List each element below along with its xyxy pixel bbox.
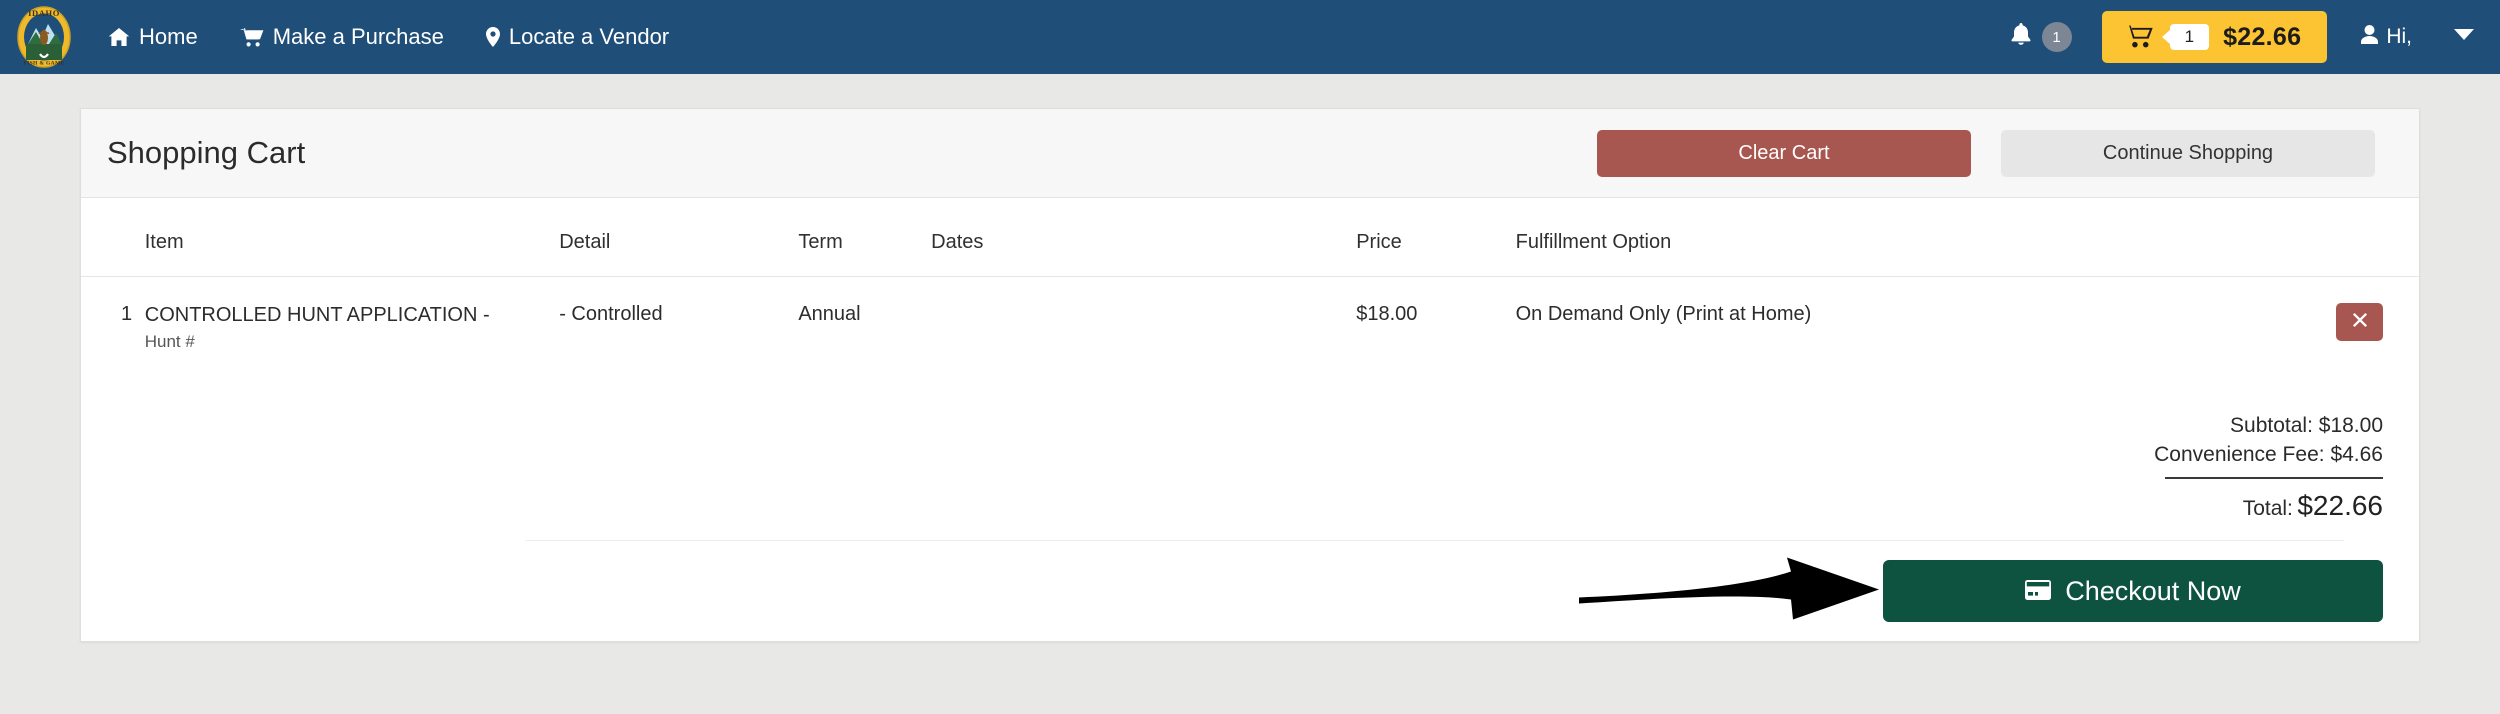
user-menu[interactable]: Hi, [2361, 25, 2412, 50]
chevron-down-icon [2454, 28, 2474, 46]
subtotal-label: Subtotal: [2230, 414, 2313, 437]
map-pin-icon [486, 27, 500, 47]
notification-badge: 1 [2042, 22, 2072, 52]
credit-card-icon [2025, 576, 2051, 607]
column-header-item: Item [145, 198, 559, 277]
shopping-cart-card: Shopping Cart Clear Cart Continue Shoppi… [80, 108, 2420, 642]
checkout-now-button[interactable]: Checkout Now [1883, 560, 2383, 622]
cart-card-header: Shopping Cart Clear Cart Continue Shoppi… [81, 109, 2419, 198]
annotation-arrow [1579, 554, 1879, 629]
cart-table-header: Item Detail Term Dates Price Fulfillment… [81, 198, 2419, 277]
user-greeting: Hi, [2386, 25, 2412, 49]
primary-navigation: Home Make a Purchase [108, 24, 669, 50]
subtotal-value: $18.00 [2319, 414, 2383, 437]
convenience-fee-label: Convenience Fee: [2154, 443, 2324, 466]
cell-detail: - Controlled [559, 277, 798, 353]
convenience-fee-row: Convenience Fee: $4.66 [81, 443, 2383, 467]
cart-table-body: 1 CONTROLLED HUNT APPLICATION - Hunt # -… [81, 277, 2419, 353]
navbar-left-section: IDAHO FISH & GAME Home [16, 6, 669, 68]
nav-item-locate-a-vendor[interactable]: Locate a Vendor [486, 24, 669, 50]
column-header-term: Term [798, 198, 931, 277]
cart-totals: Subtotal: $18.00 Convenience Fee: $4.66 … [81, 352, 2419, 522]
cart-items-table: Item Detail Term Dates Price Fulfillment… [81, 198, 2419, 352]
home-icon [108, 27, 130, 47]
close-x-icon [2352, 312, 2368, 333]
cart-header-actions: Clear Cart Continue Shopping [1597, 130, 2375, 177]
item-hunt-number: Hunt # [145, 332, 559, 352]
cell-item: CONTROLLED HUNT APPLICATION - Hunt # [145, 277, 559, 353]
remove-item-button[interactable] [2336, 303, 2383, 341]
table-header-row: Item Detail Term Dates Price Fulfillment… [81, 198, 2419, 277]
nav-item-make-a-purchase[interactable]: Make a Purchase [240, 24, 444, 50]
column-header-price: Price [1356, 198, 1515, 277]
totals-divider [2165, 477, 2383, 479]
total-row: Total: $22.66 [81, 490, 2383, 522]
svg-text:FISH & GAME: FISH & GAME [23, 61, 64, 67]
total-value: $22.66 [2297, 490, 2383, 521]
checkout-row: Checkout Now [81, 541, 2419, 641]
cell-actions [2238, 277, 2419, 353]
item-name: CONTROLLED HUNT APPLICATION - [145, 304, 490, 326]
cart-item-count: 1 [2170, 24, 2209, 50]
page-content: Shopping Cart Clear Cart Continue Shoppi… [0, 74, 2500, 642]
cell-quantity: 1 [81, 277, 145, 353]
nav-item-home[interactable]: Home [108, 24, 198, 50]
notifications-button[interactable]: 1 [2011, 22, 2072, 52]
column-header-fulfillment: Fulfillment Option [1516, 198, 2239, 277]
cart-total-amount: $22.66 [2223, 23, 2301, 52]
continue-shopping-button[interactable]: Continue Shopping [2001, 130, 2375, 177]
user-icon [2361, 25, 2378, 50]
nav-item-home-label: Home [139, 24, 198, 50]
cell-dates [931, 277, 1356, 353]
top-navbar: IDAHO FISH & GAME Home [0, 0, 2500, 74]
nav-item-make-a-purchase-label: Make a Purchase [273, 24, 444, 50]
column-header-qty [81, 198, 145, 277]
user-menu-dropdown-toggle[interactable] [2454, 28, 2474, 46]
column-header-detail: Detail [559, 198, 798, 277]
page-title: Shopping Cart [107, 135, 305, 171]
cell-term: Annual [798, 277, 931, 353]
total-label: Total: [2243, 497, 2293, 520]
checkout-now-label: Checkout Now [2065, 576, 2241, 607]
table-row: 1 CONTROLLED HUNT APPLICATION - Hunt # -… [81, 277, 2419, 353]
shopping-cart-icon [2124, 24, 2154, 51]
bell-icon [2011, 23, 2031, 51]
cart-icon [240, 27, 264, 47]
cell-fulfillment: On Demand Only (Print at Home) [1516, 277, 2239, 353]
clear-cart-button[interactable]: Clear Cart [1597, 130, 1971, 177]
convenience-fee-value: $4.66 [2330, 443, 2383, 466]
subtotal-row: Subtotal: $18.00 [81, 414, 2383, 438]
navbar-right-section: 1 1 $22.66 Hi, [2011, 11, 2474, 63]
cart-button[interactable]: 1 $22.66 [2102, 11, 2328, 63]
cell-price: $18.00 [1356, 277, 1515, 353]
column-header-actions [2238, 198, 2419, 277]
svg-text:IDAHO: IDAHO [28, 8, 60, 18]
column-header-dates: Dates [931, 198, 1356, 277]
nav-item-locate-a-vendor-label: Locate a Vendor [509, 24, 669, 50]
idaho-fish-and-game-logo[interactable]: IDAHO FISH & GAME [16, 6, 72, 68]
